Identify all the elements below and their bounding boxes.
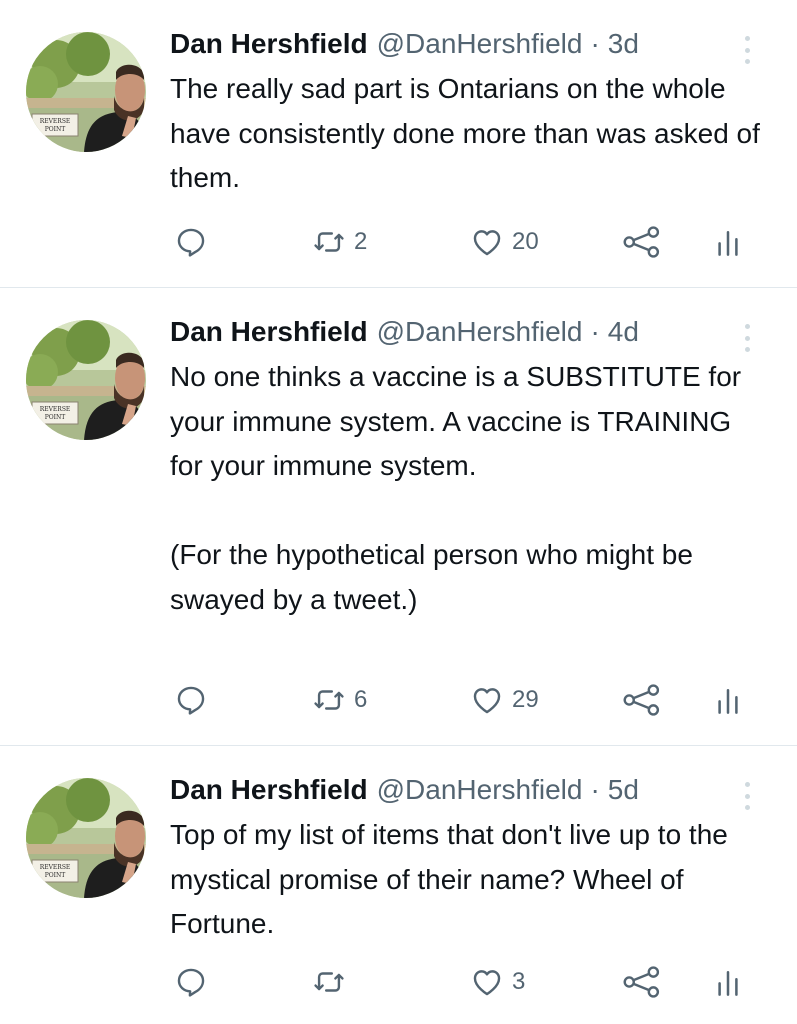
retweet-icon	[314, 690, 344, 710]
tweet-timestamp[interactable]: 4d	[608, 310, 639, 354]
analytics-icon	[718, 230, 738, 256]
tweet-actions: 2 20	[174, 222, 754, 262]
avatar-sign-line-1: REVERSE	[40, 406, 71, 413]
tweet-feed: REVERSE POINT Dan Hershfield @DanHershfi…	[0, 0, 797, 1024]
tweet-actions: 6 29	[174, 680, 754, 720]
author-handle[interactable]: @DanHershfield	[377, 310, 583, 354]
tweet-3[interactable]: REVERSE POINT Dan Hershfield @DanHershfi…	[0, 746, 797, 1024]
share-button[interactable]	[622, 680, 662, 720]
retweet-button[interactable]: 2	[312, 222, 367, 262]
avatar-photo: REVERSE POINT	[26, 778, 146, 898]
avatar-photo: REVERSE POINT	[26, 32, 146, 152]
tweet-content: Dan Hershfield @DanHershfield · 3d The r…	[170, 22, 770, 201]
tweet-2[interactable]: REVERSE POINT Dan Hershfield @DanHershfi…	[0, 288, 797, 746]
more-options-icon[interactable]	[735, 324, 759, 352]
retweet-button[interactable]: 6	[312, 680, 367, 720]
reply-button[interactable]	[174, 222, 208, 262]
analytics-icon	[718, 970, 738, 996]
tweet-1[interactable]: REVERSE POINT Dan Hershfield @DanHershfi…	[0, 0, 797, 288]
avatar-sign-line-1: REVERSE	[40, 864, 71, 871]
like-count: 29	[512, 686, 539, 713]
author-name[interactable]: Dan Hershfield	[170, 768, 368, 812]
author-name[interactable]: Dan Hershfield	[170, 310, 368, 354]
retweet-button[interactable]	[312, 962, 354, 1002]
analytics-button[interactable]	[714, 222, 742, 262]
tweet-header: Dan Hershfield @DanHershfield · 5d	[170, 768, 770, 812]
retweet-icon	[314, 972, 344, 992]
tweet-actions: 3	[174, 962, 754, 1002]
analytics-icon	[718, 688, 738, 714]
author-avatar[interactable]: REVERSE POINT	[26, 778, 146, 898]
tweet-paragraph: Top of my list of items that don't live …	[170, 819, 728, 939]
header-separator: ·	[590, 316, 600, 347]
author-avatar[interactable]: REVERSE POINT	[26, 320, 146, 440]
share-button[interactable]	[622, 962, 662, 1002]
header-separator: ·	[590, 774, 600, 805]
share-icon	[623, 966, 660, 998]
tweet-text: No one thinks a vaccine is a SUBSTITUTE …	[170, 355, 770, 622]
tweet-header: Dan Hershfield @DanHershfield · 4d	[170, 310, 770, 354]
tweet-paragraph: The really sad part is Ontarians on the …	[170, 73, 760, 193]
retweet-count: 2	[354, 228, 368, 255]
share-icon	[623, 226, 660, 258]
analytics-button[interactable]	[714, 962, 742, 1002]
reply-button[interactable]	[174, 962, 208, 1002]
share-button[interactable]	[622, 222, 662, 262]
reply-icon	[177, 968, 205, 997]
avatar-sign-line-2: POINT	[45, 872, 66, 879]
tweet-paragraph: No one thinks a vaccine is a SUBSTITUTE …	[170, 361, 742, 481]
header-separator: ·	[590, 28, 600, 59]
heart-icon	[473, 230, 501, 256]
reply-button[interactable]	[174, 680, 208, 720]
avatar-sign-line-2: POINT	[45, 126, 66, 133]
tweet-content: Dan Hershfield @DanHershfield · 5d Top o…	[170, 768, 770, 947]
like-count: 20	[512, 228, 539, 255]
author-name[interactable]: Dan Hershfield	[170, 22, 368, 66]
tweet-paragraph: (For the hypothetical person who might b…	[170, 539, 693, 615]
like-button[interactable]: 3	[470, 962, 525, 1002]
tweet-header: Dan Hershfield @DanHershfield · 3d	[170, 22, 770, 66]
tweet-text: The really sad part is Ontarians on the …	[170, 67, 770, 201]
more-options-icon[interactable]	[735, 36, 759, 64]
heart-icon	[473, 970, 501, 996]
avatar-sign-line-1: REVERSE	[40, 118, 71, 125]
like-count: 3	[512, 968, 526, 995]
tweet-timestamp[interactable]: 3d	[608, 22, 639, 66]
avatar-photo: REVERSE POINT	[26, 320, 146, 440]
retweet-count: 6	[354, 686, 368, 713]
reply-icon	[177, 686, 205, 715]
avatar-sign-line-2: POINT	[45, 414, 66, 421]
tweet-content: Dan Hershfield @DanHershfield · 4d No on…	[170, 310, 770, 622]
analytics-button[interactable]	[714, 680, 742, 720]
like-button[interactable]: 29	[470, 680, 539, 720]
heart-icon	[473, 688, 501, 714]
share-icon	[623, 684, 660, 716]
author-handle[interactable]: @DanHershfield	[377, 768, 583, 812]
author-avatar[interactable]: REVERSE POINT	[26, 32, 146, 152]
tweet-timestamp[interactable]: 5d	[608, 768, 639, 812]
more-options-icon[interactable]	[735, 782, 759, 810]
retweet-icon	[314, 232, 344, 252]
tweet-text: Top of my list of items that don't live …	[170, 813, 770, 947]
author-handle[interactable]: @DanHershfield	[377, 22, 583, 66]
reply-icon	[177, 228, 205, 257]
like-button[interactable]: 20	[470, 222, 539, 262]
